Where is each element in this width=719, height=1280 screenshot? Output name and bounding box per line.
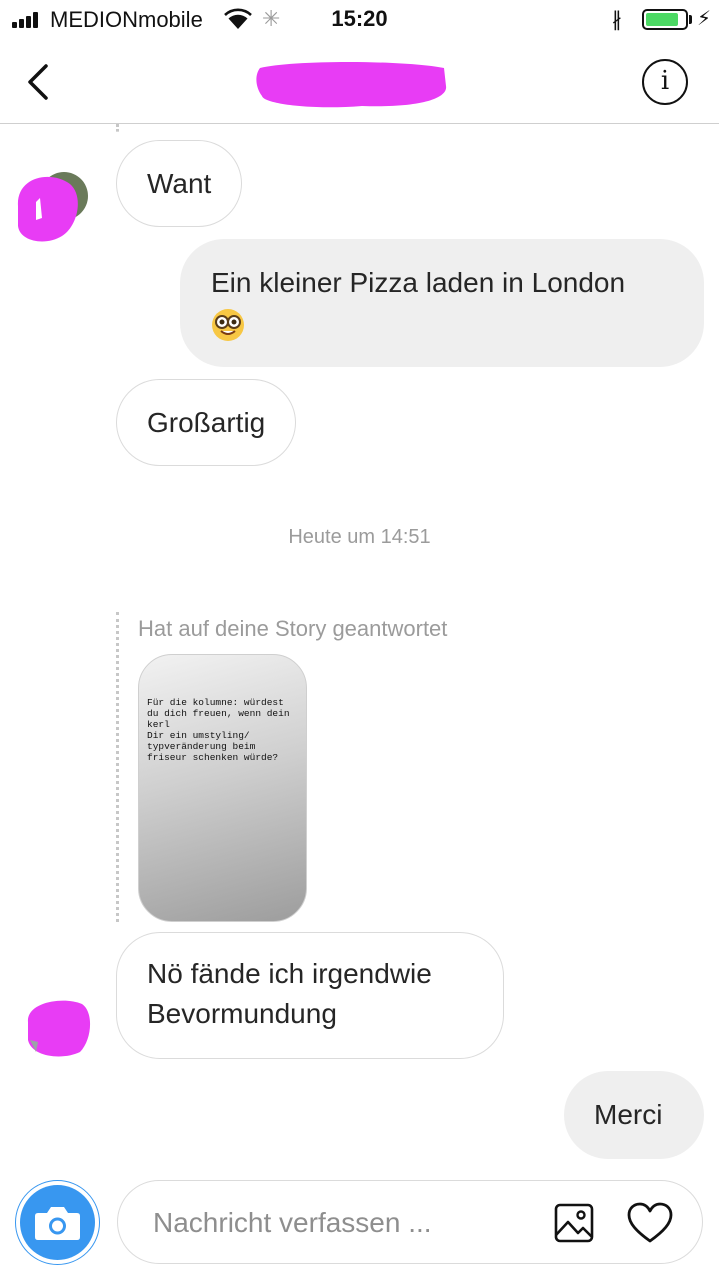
info-icon[interactable]: i xyxy=(642,59,688,105)
message-text: Merci xyxy=(594,1099,663,1130)
story-preview[interactable]: Für die kolumne: würdest du dich freuen,… xyxy=(138,654,307,922)
thread-line xyxy=(116,124,119,132)
message-text: Want xyxy=(147,167,212,199)
message-text: Großartig xyxy=(147,406,266,438)
battery-tip xyxy=(689,15,692,24)
message-input[interactable] xyxy=(153,1203,513,1243)
message-composer xyxy=(117,1180,703,1264)
redacted-username[interactable] xyxy=(252,58,450,110)
message-bubble[interactable]: Want xyxy=(116,140,243,227)
camera-icon xyxy=(35,1207,80,1240)
message-bubble[interactable]: Merci xyxy=(564,1071,704,1159)
camera-button[interactable] xyxy=(15,1180,100,1265)
status-bar: MEDIONmobile ✳ 15:20 ∦ ⚡ xyxy=(0,0,719,40)
battery-icon xyxy=(642,9,688,30)
message-bubble[interactable]: Großartig xyxy=(116,379,297,466)
story-text: Für die kolumne: würdest du dich freuen,… xyxy=(147,697,290,763)
message-bubble[interactable]: Nö fände ich irgendwie Bevormundung xyxy=(116,932,504,1059)
image-icon[interactable] xyxy=(554,1203,594,1243)
timestamp: Heute um 14:51 xyxy=(288,526,431,548)
nerd-face-emoji xyxy=(212,308,244,341)
chat-header: i xyxy=(0,40,719,124)
avatar[interactable] xyxy=(24,996,92,1058)
camera-button-fill xyxy=(20,1185,95,1260)
message-bubble[interactable]: Ein kleiner Pizza laden in London xyxy=(180,239,704,367)
heart-icon[interactable] xyxy=(626,1201,674,1245)
avatar[interactable] xyxy=(12,166,90,244)
story-reply-label: Hat auf deine Story geantwortet xyxy=(138,616,448,641)
bluetooth-icon: ∦ xyxy=(612,9,622,31)
chevron-left-icon[interactable] xyxy=(24,60,54,104)
battery-fill xyxy=(646,13,678,26)
message-text: Nö fände ich irgendwie Bevormundung xyxy=(147,958,432,1029)
charging-icon: ⚡ xyxy=(697,8,712,30)
thread-line xyxy=(116,612,119,922)
message-text: Ein kleiner Pizza laden in London xyxy=(211,267,626,298)
